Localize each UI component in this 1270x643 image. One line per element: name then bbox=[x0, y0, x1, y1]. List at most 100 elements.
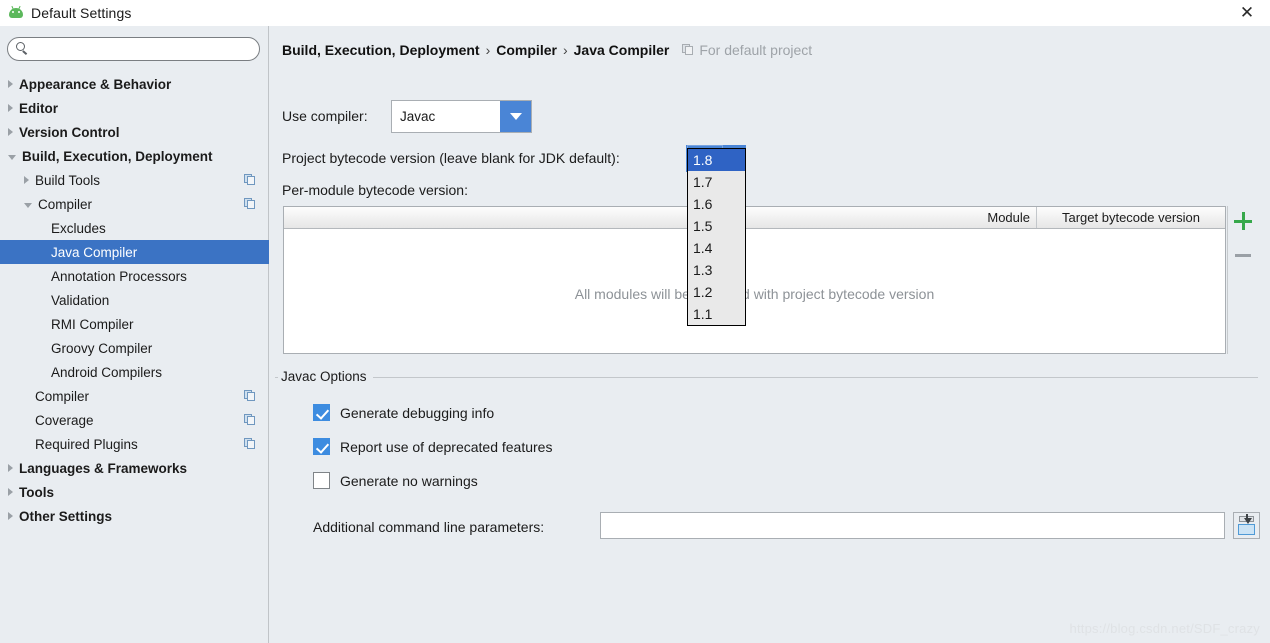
checkbox-box[interactable] bbox=[313, 404, 330, 421]
table-action-buttons bbox=[1227, 206, 1256, 354]
copy-icon bbox=[244, 438, 256, 450]
sidebar-item-label: Build, Execution, Deployment bbox=[22, 148, 213, 164]
checkbox-generate-debugging-info[interactable]: Generate debugging info bbox=[313, 404, 494, 421]
title-bar: Default Settings ✕ bbox=[0, 0, 1270, 26]
copy-icon bbox=[244, 198, 256, 210]
chevron-right-icon[interactable] bbox=[8, 488, 13, 496]
sidebar-item-label: Appearance & Behavior bbox=[19, 76, 172, 92]
dropdown-option[interactable]: 1.2 bbox=[688, 281, 745, 303]
breadcrumb-separator-2: › bbox=[562, 42, 568, 58]
copy-icon bbox=[244, 174, 256, 186]
checkbox-label: Generate debugging info bbox=[340, 404, 495, 421]
chevron-down-icon[interactable] bbox=[24, 202, 32, 208]
bytecode-version-dropdown[interactable]: 1.8 1.7 1.6 1.5 1.4 1.3 1.2 1.1 bbox=[687, 148, 746, 326]
chevron-right-icon[interactable] bbox=[8, 512, 13, 520]
sidebar-item-other-settings[interactable]: Other Settings bbox=[0, 504, 269, 528]
breadcrumb: Build, Execution, Deployment › Compiler … bbox=[282, 42, 812, 58]
additional-params-input[interactable] bbox=[600, 512, 1225, 539]
sidebar-item-java-compiler[interactable]: Java Compiler bbox=[0, 240, 269, 264]
chevron-right-icon[interactable] bbox=[8, 128, 13, 136]
sidebar-item-label: Compiler bbox=[35, 388, 90, 404]
dropdown-option[interactable]: 1.7 bbox=[688, 171, 745, 193]
per-module-table: Module Target bytecode version All modul… bbox=[283, 206, 1226, 354]
sidebar-item-label: Tools bbox=[19, 484, 54, 500]
column-header-module[interactable]: Module bbox=[284, 207, 1037, 228]
dropdown-option[interactable]: 1.5 bbox=[688, 215, 745, 237]
dropdown-option[interactable]: 1.8 bbox=[688, 149, 745, 171]
remove-module-button[interactable] bbox=[1233, 245, 1253, 265]
copy-icon bbox=[682, 44, 694, 56]
checkbox-generate-no-warnings[interactable]: Generate no warnings bbox=[313, 472, 478, 489]
window-title: Default Settings bbox=[31, 5, 132, 21]
sidebar-item-label: Languages & Frameworks bbox=[19, 460, 188, 476]
dropdown-option[interactable]: 1.3 bbox=[688, 259, 745, 281]
copy-icon bbox=[244, 390, 256, 402]
column-header-target-bytecode[interactable]: Target bytecode version bbox=[1037, 207, 1225, 228]
settings-dialog: Default Settings ✕ Appearance & Behavior… bbox=[0, 0, 1270, 643]
expand-insert-icon[interactable] bbox=[1233, 512, 1260, 539]
chevron-right-icon[interactable] bbox=[24, 176, 29, 184]
dropdown-option[interactable]: 1.1 bbox=[688, 303, 745, 325]
sidebar-item-excludes[interactable]: Excludes bbox=[0, 216, 269, 240]
sidebar-item-build-execution-deployment[interactable]: Build, Execution, Deployment bbox=[0, 144, 269, 168]
chevron-right-icon[interactable] bbox=[8, 80, 13, 88]
close-icon[interactable]: ✕ bbox=[1224, 0, 1270, 26]
dropdown-option[interactable]: 1.4 bbox=[688, 237, 745, 259]
project-bytecode-label: Project bytecode version (leave blank fo… bbox=[282, 150, 620, 166]
checkbox-box[interactable] bbox=[313, 438, 330, 455]
main-panel: Build, Execution, Deployment › Compiler … bbox=[270, 26, 1270, 643]
sidebar-item-groovy-compiler[interactable]: Groovy Compiler bbox=[0, 336, 269, 360]
search-input[interactable] bbox=[7, 37, 260, 61]
sidebar-item-tools[interactable]: Tools bbox=[0, 480, 269, 504]
sidebar-item-compiler[interactable]: Compiler bbox=[0, 384, 269, 408]
chevron-right-icon[interactable] bbox=[8, 464, 13, 472]
sidebar-item-required-plugins[interactable]: Required Plugins bbox=[0, 432, 269, 456]
table-body[interactable]: All modules will be compiled with projec… bbox=[284, 229, 1225, 353]
javac-options-title: Javac Options bbox=[278, 369, 373, 384]
copy-icon bbox=[244, 414, 256, 426]
sidebar-item-appearance-behavior[interactable]: Appearance & Behavior bbox=[0, 72, 269, 96]
sidebar-item-compiler[interactable]: Compiler bbox=[0, 192, 269, 216]
sidebar-item-annotation-processors[interactable]: Annotation Processors bbox=[0, 264, 269, 288]
checkbox-box[interactable] bbox=[313, 472, 330, 489]
chevron-right-icon[interactable] bbox=[8, 104, 13, 112]
sidebar-item-android-compilers[interactable]: Android Compilers bbox=[0, 360, 269, 384]
chevron-down-icon[interactable] bbox=[500, 101, 531, 132]
search-field-wrapper bbox=[7, 37, 260, 61]
breadcrumb-part-2[interactable]: Compiler bbox=[496, 42, 557, 58]
settings-tree: Appearance & Behavior Editor Version Contr… bbox=[0, 72, 269, 528]
breadcrumb-part-3: Java Compiler bbox=[573, 42, 670, 58]
table-empty-message: All modules will be compiled with projec… bbox=[574, 286, 935, 302]
breadcrumb-separator-1: › bbox=[485, 42, 491, 58]
sidebar-item-label: Version Control bbox=[19, 124, 120, 140]
additional-params-label: Additional command line parameters: bbox=[313, 519, 545, 535]
sidebar-item-label: Other Settings bbox=[19, 508, 113, 524]
sidebar-item-validation[interactable]: Validation bbox=[0, 288, 269, 312]
sidebar-item-build-tools[interactable]: Build Tools bbox=[0, 168, 269, 192]
search-icon bbox=[16, 42, 29, 55]
use-compiler-select[interactable]: Javac bbox=[391, 100, 532, 133]
sidebar-item-label: Compiler bbox=[38, 196, 93, 212]
sidebar-item-rmi-compiler[interactable]: RMI Compiler bbox=[0, 312, 269, 336]
table-header-row: Module Target bytecode version bbox=[284, 207, 1225, 229]
use-compiler-label: Use compiler: bbox=[282, 108, 368, 124]
sidebar-item-label: Validation bbox=[51, 292, 110, 308]
chevron-down-icon[interactable] bbox=[8, 154, 16, 160]
sidebar-item-label: Android Compilers bbox=[51, 364, 163, 380]
breadcrumb-part-1[interactable]: Build, Execution, Deployment bbox=[282, 42, 480, 58]
sidebar-item-label: Groovy Compiler bbox=[51, 340, 153, 356]
sidebar-item-version-control[interactable]: Version Control bbox=[0, 120, 269, 144]
checkbox-report-deprecated[interactable]: Report use of deprecated features bbox=[313, 438, 552, 455]
sidebar-item-coverage[interactable]: Coverage bbox=[0, 408, 269, 432]
checkbox-label: Generate no warnings bbox=[340, 472, 478, 489]
scope-note: For default project bbox=[682, 42, 812, 58]
sidebar: Appearance & Behavior Editor Version Contr… bbox=[0, 26, 269, 643]
add-module-button[interactable] bbox=[1233, 211, 1253, 231]
sidebar-item-editor[interactable]: Editor bbox=[0, 96, 269, 120]
sidebar-item-languages-frameworks[interactable]: Languages & Frameworks bbox=[0, 456, 269, 480]
use-compiler-value: Javac bbox=[400, 109, 436, 124]
sidebar-item-label: Build Tools bbox=[35, 172, 101, 188]
sidebar-item-label: Editor bbox=[19, 100, 58, 116]
dropdown-option[interactable]: 1.6 bbox=[688, 193, 745, 215]
watermark-text: https://blog.csdn.net/SDF_crazy bbox=[1069, 621, 1260, 636]
